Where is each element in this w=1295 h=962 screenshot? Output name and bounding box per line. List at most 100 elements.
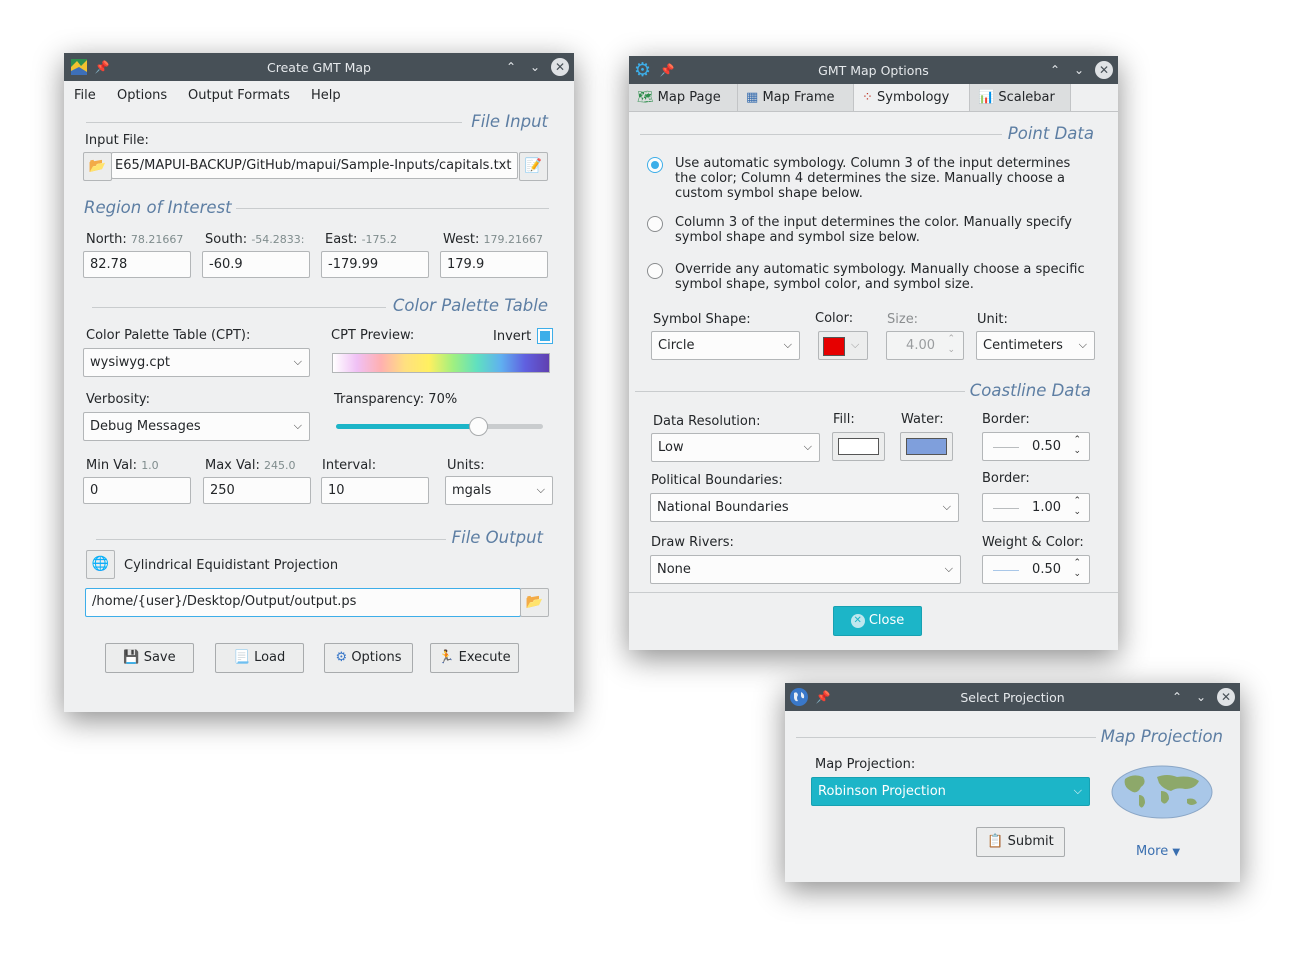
edit-file-button[interactable]: 📝 [519, 152, 548, 181]
titlebar[interactable]: 📌 Select Projection ⌃ ⌄ ✕ [785, 683, 1240, 711]
draw-rivers-select[interactable]: None ⌵ [650, 555, 961, 584]
radio-auto-symbology[interactable] [647, 157, 663, 173]
minimize-icon[interactable]: ⌄ [1071, 62, 1087, 78]
tab-scalebar[interactable]: 📊 Scalebar [970, 84, 1071, 111]
units-select[interactable]: mgals ⌵ [445, 476, 553, 505]
divider [635, 391, 965, 392]
east-field[interactable]: -179.99 [321, 251, 429, 278]
checkbox-fill [540, 331, 550, 341]
projection-name: Cylindrical Equidistant Projection [124, 558, 339, 573]
border2-spinbox[interactable]: 1.00 ⌃ ⌄ [982, 493, 1090, 522]
fill-label: Fill: [833, 412, 855, 427]
fill-color-swatch [838, 438, 879, 455]
symbol-color-button[interactable]: ⌵ [818, 331, 868, 360]
file-input-section-title: File Input [471, 112, 548, 131]
save-button[interactable]: 💾 Save [105, 643, 194, 673]
unit-select[interactable]: Centimeters ⌵ [976, 331, 1095, 360]
menu-output-formats[interactable]: Output Formats [188, 88, 290, 103]
chevron-down-icon: ⌵ [944, 562, 953, 575]
divider [236, 208, 549, 209]
projection-globe-button[interactable]: 🌐 [86, 550, 115, 579]
close-icon[interactable]: ✕ [1217, 688, 1235, 706]
chevron-down-icon: ⌵ [1073, 784, 1082, 797]
political-boundaries-label: Political Boundaries: [651, 473, 783, 488]
political-boundaries-select[interactable]: National Boundaries ⌵ [650, 493, 959, 522]
spin-arrows-icon[interactable]: ⌃ ⌄ [1073, 496, 1081, 518]
input-file-field[interactable]: E65/MAPUI-BACKUP/GitHub/mapui/Sample-Inp… [111, 152, 518, 179]
cpt-preview-gradient [332, 353, 550, 373]
weight-spinbox[interactable]: 0.50 ⌃ ⌄ [982, 555, 1090, 584]
border-spinbox[interactable]: 0.50 ⌃ ⌄ [982, 432, 1090, 461]
west-field[interactable]: 179.9 [440, 251, 548, 278]
symbol-size-spinbox[interactable]: 4.00 ⌃ ⌄ [886, 331, 964, 360]
size-label: Size: [887, 312, 919, 327]
chevron-down-icon: ⌵ [293, 355, 302, 368]
radio-column-color[interactable] [647, 216, 663, 232]
scalebar-icon: 📊 [978, 90, 995, 105]
divider [640, 134, 1002, 135]
verbosity-select[interactable]: Debug Messages ⌵ [83, 412, 310, 441]
run-icon: 🏃 [438, 650, 455, 665]
tab-symbology[interactable]: ⁘ Symbology [854, 84, 970, 111]
interval-label: Interval: [322, 458, 377, 473]
south-field[interactable]: -60.9 [202, 251, 310, 278]
cpt-section-title: Color Palette Table [392, 296, 548, 315]
minimize-icon[interactable]: ⌄ [527, 59, 543, 75]
execute-button[interactable]: 🏃 Execute [430, 643, 519, 673]
line-preview [993, 508, 1019, 509]
grid-icon: ▦ [746, 90, 759, 105]
color-label: Color: [815, 311, 854, 326]
close-button[interactable]: ✕ Close [833, 606, 922, 636]
interval-field[interactable]: 10 [321, 477, 429, 504]
north-field[interactable]: 82.78 [83, 251, 191, 278]
menu-file[interactable]: File [74, 88, 96, 103]
fill-color-button[interactable] [832, 432, 885, 461]
map-projection-select[interactable]: Robinson Projection ⌵ [811, 777, 1090, 806]
titlebar[interactable]: ⚙ 📌 GMT Map Options ⌃ ⌄ ✕ [629, 56, 1118, 84]
spin-arrows-icon[interactable]: ⌃ ⌄ [1073, 558, 1081, 580]
output-path-field[interactable]: /home/{user}/Desktop/Output/output.ps [85, 588, 521, 617]
symbol-shape-select[interactable]: Circle ⌵ [651, 331, 800, 360]
save-icon: 💾 [123, 650, 140, 665]
invert-checkbox[interactable] [537, 328, 553, 344]
menu-options[interactable]: Options [117, 88, 167, 103]
spin-arrows-icon[interactable]: ⌃ ⌄ [1073, 435, 1081, 457]
keep-above-icon[interactable]: ⌃ [1047, 62, 1063, 78]
cpt-label: Color Palette Table (CPT): [86, 328, 251, 343]
minval-field[interactable]: 0 [83, 477, 191, 504]
invert-label: Invert [493, 329, 532, 344]
output-folder-button[interactable]: 📂 [520, 588, 549, 617]
tab-map-page[interactable]: 🗺 Map Page [629, 84, 738, 111]
file-output-section-title: File Output [451, 528, 543, 547]
submit-button[interactable]: 📋 Submit [976, 827, 1065, 857]
spin-arrows-icon[interactable]: ⌃ ⌄ [947, 334, 955, 356]
map-projection-label: Map Projection: [815, 757, 916, 772]
minimize-icon[interactable]: ⌄ [1193, 689, 1209, 705]
chevron-down-icon: ⌵ [851, 338, 860, 351]
cpt-select[interactable]: wysiwyg.cpt ⌵ [83, 348, 310, 377]
keep-above-icon[interactable]: ⌃ [503, 59, 519, 75]
symbol-shape-label: Symbol Shape: [653, 312, 751, 327]
close-icon[interactable]: ✕ [551, 58, 569, 76]
more-toggle[interactable]: More ▼ [1136, 844, 1180, 859]
menu-help[interactable]: Help [311, 88, 341, 103]
maxval-field[interactable]: 250 [203, 477, 311, 504]
chevron-down-icon: ⌵ [1078, 338, 1087, 351]
options-button[interactable]: ⚙ Options [324, 643, 413, 673]
tab-map-frame[interactable]: ▦ Map Frame [738, 84, 854, 111]
open-folder-button[interactable]: 📂 [83, 152, 112, 181]
gmt-map-options-window: ⚙ 📌 GMT Map Options ⌃ ⌄ ✕ 🗺 Map Page ▦ M… [629, 56, 1118, 650]
load-button[interactable]: 📃 Load [215, 643, 304, 673]
window-title: GMT Map Options [818, 63, 929, 78]
window-title: Create GMT Map [267, 60, 371, 75]
keep-above-icon[interactable]: ⌃ [1169, 689, 1185, 705]
radio-override[interactable] [647, 263, 663, 279]
tab-panel-border [629, 111, 1118, 112]
transparency-slider[interactable] [336, 417, 543, 437]
units-label: Units: [447, 458, 485, 473]
titlebar[interactable]: 📌 Create GMT Map ⌃ ⌄ ✕ [64, 53, 574, 81]
data-resolution-select[interactable]: Low ⌵ [651, 433, 820, 462]
close-icon[interactable]: ✕ [1095, 61, 1113, 79]
slider-handle[interactable] [469, 417, 488, 436]
water-color-button[interactable] [900, 432, 953, 461]
